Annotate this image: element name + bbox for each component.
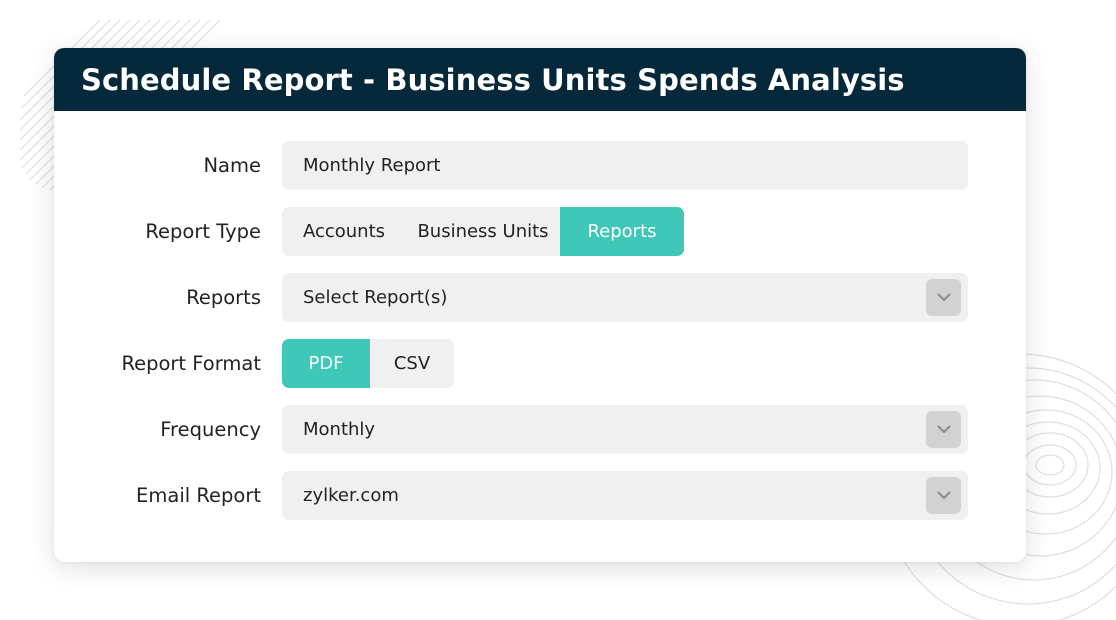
reports-row: Reports Select Report(s)	[54, 273, 1026, 323]
report-format-label: Report Format	[121, 352, 261, 375]
frequency-select[interactable]: Monthly	[282, 405, 968, 454]
reports-label: Reports	[186, 286, 261, 309]
reports-select-placeholder: Select Report(s)	[303, 287, 448, 308]
frequency-label: Frequency	[160, 418, 261, 441]
report-type-option-reports[interactable]: Reports	[560, 207, 684, 256]
name-input[interactable]: Monthly Report	[282, 141, 968, 190]
report-format-segmented-control: PDF CSV	[282, 339, 454, 388]
email-report-row: Email Report zylker.com	[54, 471, 1026, 521]
email-report-select[interactable]: zylker.com	[282, 471, 968, 520]
name-input-value: Monthly Report	[303, 155, 441, 176]
report-type-label: Report Type	[145, 220, 261, 243]
report-type-segmented-control: Accounts Business Units Reports	[282, 207, 684, 256]
dialog-title: Schedule Report - Business Units Spends …	[81, 62, 905, 97]
reports-dropdown-button[interactable]	[926, 279, 961, 316]
report-type-row: Report Type Accounts Business Units Repo…	[54, 207, 1026, 257]
email-report-select-value: zylker.com	[303, 485, 399, 506]
name-label: Name	[203, 154, 261, 177]
chevron-down-icon	[937, 425, 950, 433]
schedule-report-dialog: Schedule Report - Business Units Spends …	[54, 48, 1026, 562]
dialog-header: Schedule Report - Business Units Spends …	[54, 48, 1026, 111]
email-report-label: Email Report	[136, 484, 261, 507]
name-row: Name Monthly Report	[54, 141, 1026, 191]
report-format-option-csv[interactable]: CSV	[370, 339, 454, 388]
chevron-down-icon	[937, 491, 950, 499]
chevron-down-icon	[937, 293, 950, 301]
report-type-option-accounts[interactable]: Accounts	[282, 207, 406, 256]
report-type-option-business-units[interactable]: Business Units	[406, 207, 560, 256]
reports-select[interactable]: Select Report(s)	[282, 273, 968, 322]
report-format-option-pdf[interactable]: PDF	[282, 339, 370, 388]
frequency-dropdown-button[interactable]	[926, 411, 961, 448]
report-format-row: Report Format PDF CSV	[54, 339, 1026, 389]
frequency-row: Frequency Monthly	[54, 405, 1026, 455]
email-report-dropdown-button[interactable]	[926, 477, 961, 514]
frequency-select-value: Monthly	[303, 419, 376, 440]
